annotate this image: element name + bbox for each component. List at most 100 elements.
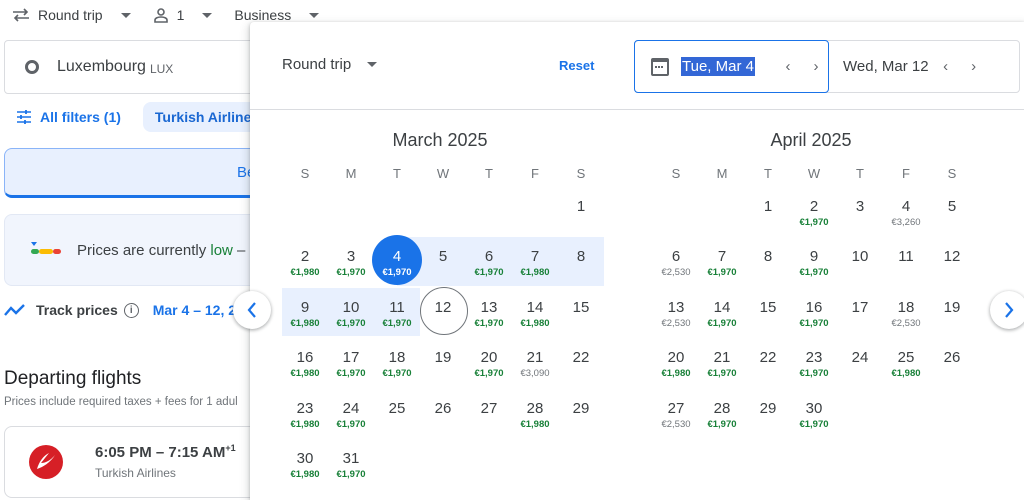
day-cell[interactable]: 17 €1,970 [328, 338, 374, 388]
day-cell[interactable]: 28 €1,980 [512, 389, 558, 439]
previous-month-button[interactable] [233, 291, 271, 329]
weekday-label: W [436, 166, 450, 181]
day-number: 18 [388, 349, 406, 367]
day-cell[interactable]: 22 [558, 338, 604, 388]
day-price: €1,980 [290, 317, 320, 329]
day-cell[interactable]: 13 €1,970 [466, 288, 512, 338]
day-cell[interactable]: 22 [745, 338, 791, 388]
day-cell[interactable]: 15 [558, 288, 604, 338]
day-number: 8 [763, 248, 773, 266]
day-cell[interactable]: 8 [558, 237, 604, 287]
day-cell[interactable]: 20 €1,970 [466, 338, 512, 388]
day-price: €1,970 [336, 368, 366, 380]
weekday-label: S [671, 166, 681, 181]
day-cell[interactable]: 29 [558, 389, 604, 439]
flight-times: 6:05 PM – 7:15 AM+1 [95, 443, 236, 461]
selected-departure-day[interactable]: 4 €1,970 [372, 235, 422, 287]
day-cell[interactable]: 15 [745, 288, 791, 338]
day-cell[interactable]: 19 [420, 338, 466, 388]
chevron-right-icon [1005, 302, 1014, 318]
day-cell[interactable]: 21 €1,970 [699, 338, 745, 388]
weekday-header: SMTWTFS [653, 166, 976, 181]
day-cell[interactable]: 24 €1,970 [328, 389, 374, 439]
day-cell[interactable]: 16 €1,970 [791, 288, 837, 338]
day-cell[interactable]: 5 [420, 237, 466, 287]
day-cell[interactable]: 27 €2,530 [653, 389, 699, 439]
day-cell[interactable]: 31 €1,970 [328, 439, 374, 489]
day-cell[interactable]: 3 €1,970 [328, 237, 374, 287]
day-cell[interactable]: 6 €2,530 [653, 237, 699, 287]
day-number: 1 [576, 198, 586, 215]
day-cell[interactable]: 25 [374, 389, 420, 439]
day-cell[interactable]: 26 [929, 338, 975, 388]
day-cell[interactable]: 1 [558, 187, 604, 237]
all-filters-button[interactable]: All filters (1) [0, 109, 121, 125]
weekday-header: SMTWTFS [282, 166, 605, 181]
day-cell[interactable]: 5 [929, 187, 975, 237]
day-cell[interactable]: 10 €1,970 [328, 287, 374, 338]
day-cell[interactable]: 11 €1,970 [374, 287, 420, 338]
day-cell[interactable]: 28 €1,970 [699, 389, 745, 439]
day-grid: 1 2 €1,970 3 4 €3,260 5 6 €2,530 7 €1,970 8 9 €1,970 1… [653, 187, 976, 439]
day-cell[interactable]: 17 [837, 288, 883, 338]
day-cell[interactable]: 23 €1,980 [282, 389, 328, 439]
day-number: 16 [805, 298, 823, 316]
day-cell[interactable]: 14 €1,980 [512, 288, 558, 338]
reset-button[interactable]: Reset [559, 58, 594, 73]
day-cell[interactable]: 9 €1,970 [791, 237, 837, 287]
day-cell[interactable]: 6 €1,970 [466, 237, 512, 287]
day-cell[interactable]: 26 [420, 389, 466, 439]
day-cell[interactable]: 7 €1,970 [699, 237, 745, 287]
selected-return-day[interactable]: 12 [420, 286, 468, 338]
day-cell[interactable]: 30 €1,980 [282, 439, 328, 489]
day-cell[interactable]: 8 [745, 237, 791, 287]
day-cell[interactable]: 29 [745, 389, 791, 439]
day-cell[interactable]: 12 [929, 237, 975, 287]
next-month-button[interactable] [990, 291, 1024, 329]
day-cell[interactable]: 16 €1,980 [282, 338, 328, 388]
weekday-label: F [902, 166, 910, 181]
cabin-class-label: Business [234, 7, 292, 23]
day-cell[interactable]: 24 [837, 338, 883, 388]
weekday-label: T [764, 166, 772, 181]
day-number: 29 [572, 399, 590, 417]
track-prices-row: Track prices i Mar 4 – 12, 20 [4, 302, 244, 318]
day-cell[interactable]: 2 €1,980 [282, 237, 328, 287]
flight-airline: Turkish Airlines [95, 466, 176, 480]
departure-date-input[interactable]: Tue, Mar 4 ‹ › [634, 40, 829, 93]
passengers-select[interactable]: 1 [141, 0, 223, 30]
departure-next-day-icon[interactable]: › [809, 58, 823, 75]
day-cell[interactable]: 4 €3,260 [883, 187, 929, 237]
trip-type-label: Round trip [38, 7, 103, 23]
day-cell[interactable]: 30 €1,970 [791, 389, 837, 439]
day-cell[interactable]: 10 [837, 237, 883, 287]
day-cell[interactable]: 3 [837, 187, 883, 237]
return-prev-day-icon[interactable]: ‹ [939, 58, 953, 75]
day-cell[interactable]: 13 €2,530 [653, 288, 699, 338]
day-cell[interactable]: 23 €1,970 [791, 338, 837, 388]
day-cell[interactable]: 27 [466, 389, 512, 439]
info-icon[interactable]: i [123, 302, 139, 318]
departure-prev-day-icon[interactable]: ‹ [781, 58, 795, 75]
caret-down-icon [367, 62, 378, 67]
day-cell[interactable]: 20 €1,980 [653, 338, 699, 388]
day-cell[interactable]: 1 [745, 187, 791, 237]
day-cell[interactable]: 9 €1,980 [282, 287, 328, 338]
day-cell[interactable]: 21 €3,090 [512, 338, 558, 388]
day-cell[interactable]: 2 €1,970 [791, 187, 837, 237]
day-cell[interactable]: 18 €2,530 [883, 288, 929, 338]
day-cell[interactable]: 19 [929, 288, 975, 338]
flight-time-range: 6:05 PM – 7:15 AM [95, 444, 226, 461]
turkish-airlines-logo [29, 445, 63, 479]
dialog-trip-type-select[interactable]: Round trip [282, 56, 378, 73]
day-number: 17 [342, 349, 360, 367]
day-cell[interactable]: 18 €1,970 [374, 338, 420, 388]
day-cell[interactable]: 25 €1,980 [883, 338, 929, 388]
trip-type-select[interactable]: Round trip [0, 0, 141, 30]
price-level: low [210, 241, 233, 259]
day-cell[interactable]: 11 [883, 237, 929, 287]
return-date-input[interactable]: Wed, Mar 12 ‹ › [829, 41, 981, 92]
day-cell[interactable]: 7 €1,980 [512, 237, 558, 287]
day-cell[interactable]: 14 €1,970 [699, 288, 745, 338]
return-next-day-icon[interactable]: › [967, 58, 981, 75]
